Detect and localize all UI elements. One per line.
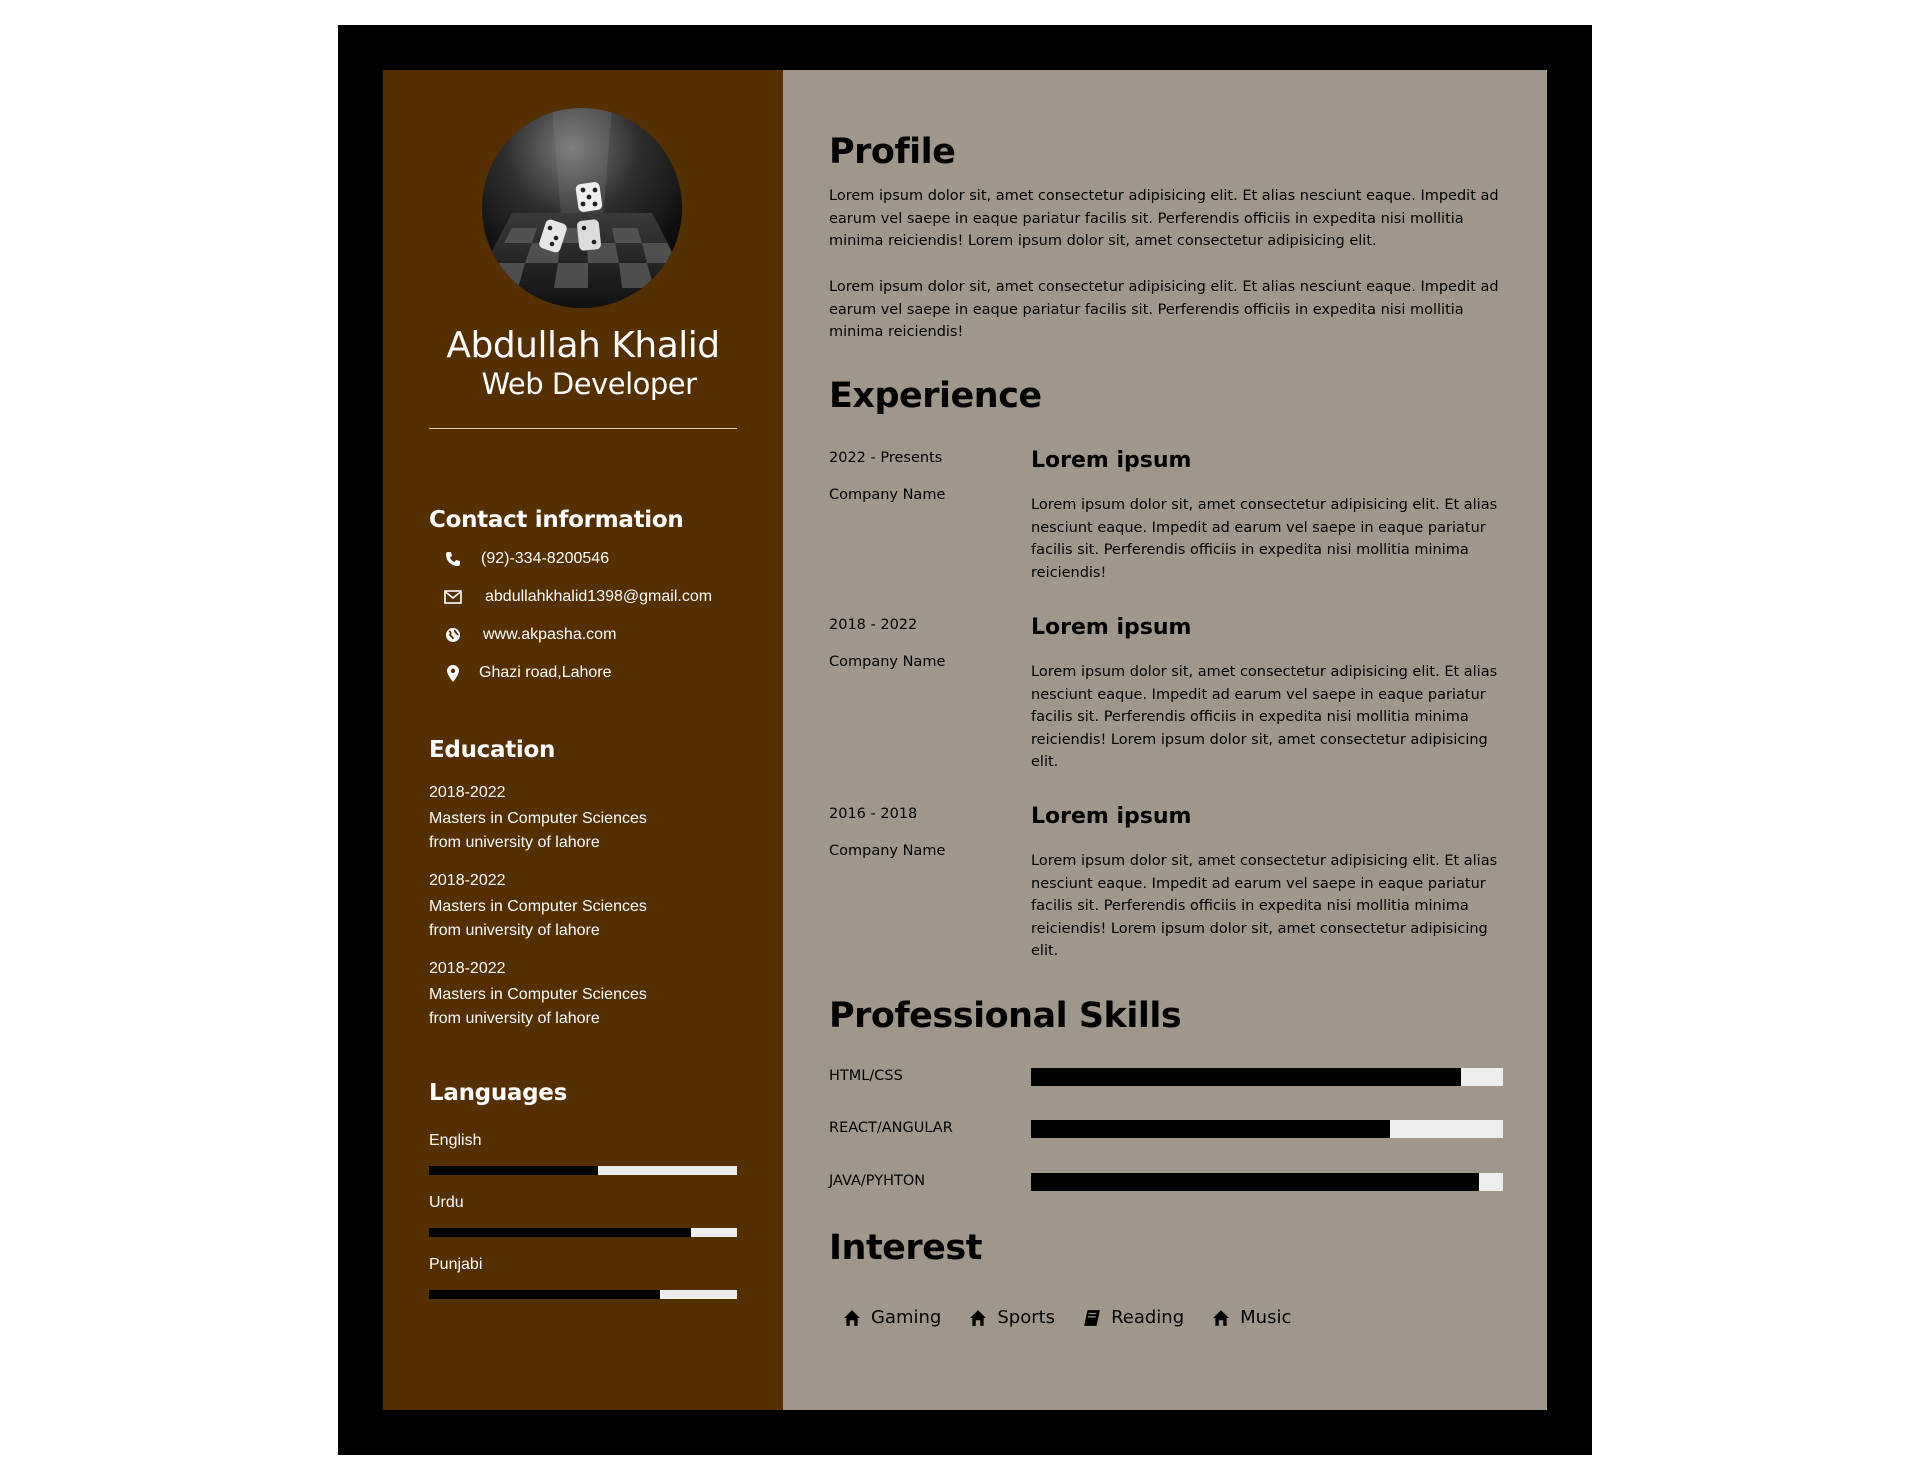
education-school: from university of lahore: [429, 922, 600, 939]
education-item: 2018-2022 Masters in Computer Sciences f…: [429, 781, 647, 855]
experience-company: Company Name: [829, 654, 946, 670]
globe-icon: [441, 625, 465, 645]
language-bar-fill: [429, 1228, 691, 1237]
language-label-english: English: [429, 1132, 482, 1149]
skill-bar-html-css: [1031, 1068, 1503, 1086]
contact-website-text: www.akpasha.com: [483, 626, 617, 643]
skill-label-java-python: JAVA/PYHTON: [829, 1173, 926, 1189]
contact-website[interactable]: www.akpasha.com: [441, 623, 616, 647]
education-degree: Masters in Computer Sciences: [429, 898, 647, 915]
language-label-punjabi: Punjabi: [429, 1256, 483, 1273]
experience-years: 2022 - Presents: [829, 450, 943, 466]
language-bar-fill: [429, 1166, 599, 1175]
sidebar-divider: [429, 428, 737, 429]
dice-photo: [482, 108, 682, 308]
education-degree: Masters in Computer Sciences: [429, 986, 647, 1003]
skill-label-react-angular: REACT/ANGULAR: [829, 1120, 953, 1136]
skill-bar-java-python: [1031, 1173, 1503, 1191]
resume: Abdullah Khalid Web Developer Contact in…: [383, 70, 1547, 1410]
profile-paragraph: Lorem ipsum dolor sit, amet consectetur …: [829, 279, 1499, 340]
profile-heading: Profile: [829, 132, 956, 172]
experience-company: Company Name: [829, 487, 946, 503]
home-icon: [970, 1309, 987, 1326]
education-years: 2018-2022: [429, 784, 506, 801]
contact-email[interactable]: abdullahkhalid1398@gmail.com: [441, 585, 712, 609]
education-school: from university of lahore: [429, 1010, 600, 1027]
contact-phone-text: (92)-334-8200546: [481, 550, 610, 567]
education-years: 2018-2022: [429, 872, 506, 889]
book-icon: [1084, 1309, 1100, 1326]
contact-email-text: abdullahkhalid1398@gmail.com: [485, 588, 713, 605]
interest-item-sports[interactable]: Sports: [969, 1307, 1055, 1328]
skill-bar-react-angular: [1031, 1120, 1503, 1138]
experience-description: Lorem ipsum dolor sit, amet consectetur …: [1031, 853, 1498, 959]
home-icon: [1213, 1309, 1230, 1326]
language-bar-fill: [429, 1290, 660, 1299]
interest-heading: Interest: [829, 1228, 982, 1268]
interest-label: Gaming: [871, 1307, 942, 1328]
person-name: Abdullah Khalid: [446, 325, 720, 366]
education-item: 2018-2022 Masters in Computer Sciences f…: [429, 869, 647, 943]
skill-bar-fill: [1031, 1173, 1480, 1191]
skill-bar-fill: [1031, 1120, 1390, 1138]
education-degree: Masters in Computer Sciences: [429, 810, 647, 827]
education-years: 2018-2022: [429, 960, 506, 977]
language-label-urdu: Urdu: [429, 1194, 464, 1211]
experience-heading: Experience: [829, 376, 1042, 416]
contact-address[interactable]: Ghazi road,Lahore: [441, 661, 612, 685]
contact-address-text: Ghazi road,Lahore: [479, 664, 612, 681]
experience-title: Lorem ipsum: [1031, 448, 1192, 473]
experience-title: Lorem ipsum: [1031, 615, 1192, 640]
profile-paragraph: Lorem ipsum dolor sit, amet consectetur …: [829, 188, 1499, 249]
main-content: Profile Lorem ipsum dolor sit, amet cons…: [783, 70, 1547, 1410]
interest-label: Sports: [997, 1307, 1056, 1328]
language-bar-urdu: [429, 1228, 737, 1237]
home-icon: [844, 1309, 860, 1326]
interest-list: Gaming Sports Reading Music: [843, 1307, 1291, 1328]
skill-bar-fill: [1031, 1068, 1461, 1086]
map-pin-icon: [441, 663, 465, 683]
experience-years: 2018 - 2022: [829, 617, 918, 633]
interest-label: Music: [1240, 1307, 1292, 1328]
avatar: [482, 108, 682, 308]
skill-label-html-css: HTML/CSS: [829, 1068, 903, 1084]
contact-phone[interactable]: (92)-334-8200546: [441, 547, 609, 571]
skills-heading: Professional Skills: [829, 996, 1182, 1036]
resume-frame: Abdullah Khalid Web Developer Contact in…: [338, 25, 1592, 1455]
education-heading: Education: [429, 737, 556, 763]
interest-item-gaming[interactable]: Gaming: [843, 1307, 941, 1328]
sidebar: Abdullah Khalid Web Developer Contact in…: [383, 70, 783, 1410]
person-title: Web Developer: [481, 367, 697, 401]
interest-item-reading[interactable]: Reading: [1083, 1307, 1184, 1328]
experience-title: Lorem ipsum: [1031, 804, 1192, 829]
education-item: 2018-2022 Masters in Computer Sciences f…: [429, 957, 647, 1031]
interest-item-music[interactable]: Music: [1212, 1307, 1291, 1328]
experience-description: Lorem ipsum dolor sit, amet consectetur …: [1031, 497, 1498, 581]
envelope-icon: [441, 587, 465, 607]
contact-heading: Contact information: [429, 507, 684, 533]
phone-icon: [441, 549, 465, 569]
language-bar-punjabi: [429, 1290, 737, 1299]
language-bar-english: [429, 1166, 737, 1175]
experience-description: Lorem ipsum dolor sit, amet consectetur …: [1031, 664, 1498, 770]
education-school: from university of lahore: [429, 834, 600, 851]
languages-heading: Languages: [429, 1080, 567, 1106]
interest-label: Reading: [1111, 1307, 1185, 1328]
experience-company: Company Name: [829, 843, 946, 859]
experience-years: 2016 - 2018: [829, 806, 918, 822]
